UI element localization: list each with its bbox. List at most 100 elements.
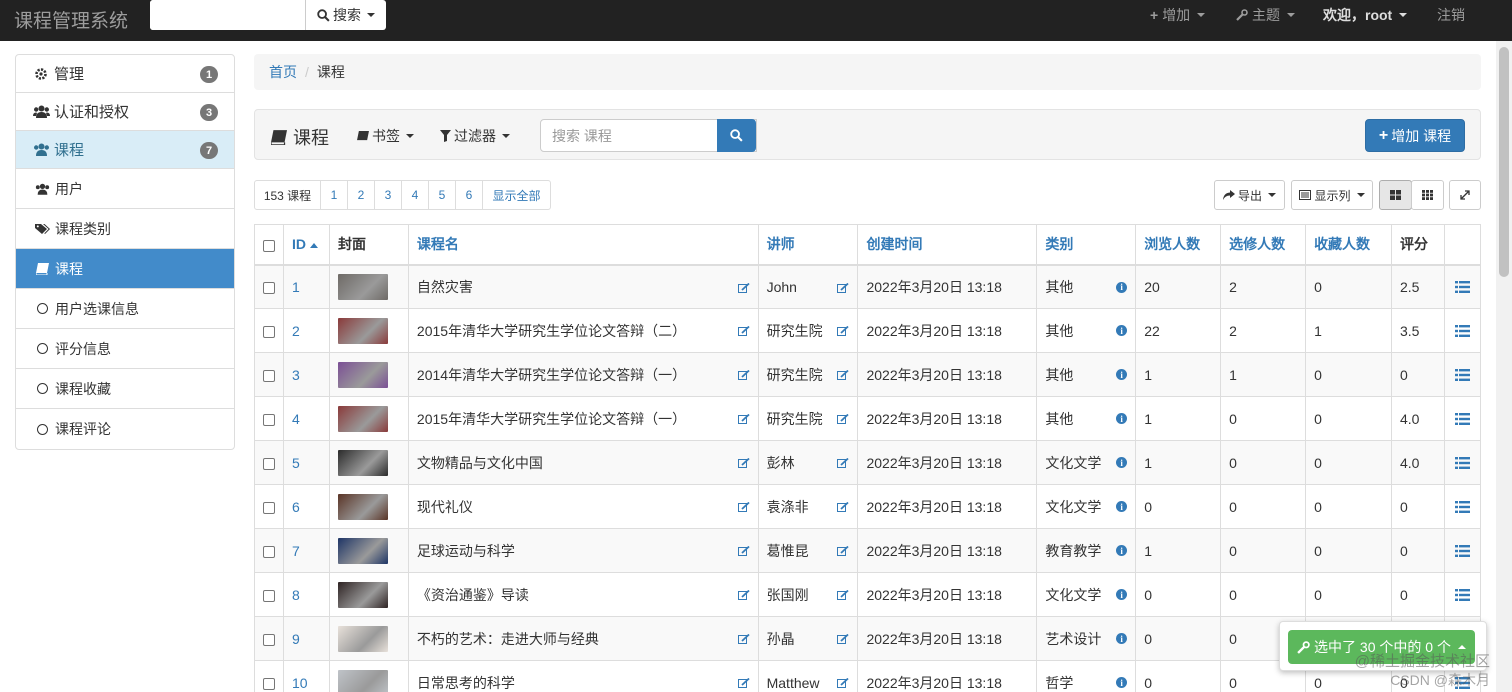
- compact-view-button[interactable]: [1411, 180, 1444, 210]
- list-icon[interactable]: [1453, 588, 1472, 601]
- list-icon[interactable]: [1453, 412, 1472, 425]
- info-icon[interactable]: i: [1116, 325, 1128, 336]
- row-checkbox[interactable]: [263, 633, 275, 646]
- table-row[interactable]: 5 文物精品与文化中国 彭林 2022年3月20日 13:18 文化文学 i 1 0 0 4.0: [254, 440, 1482, 485]
- sidebar-group-admin[interactable]: 管理 1: [16, 55, 234, 93]
- sidebar-item-enrollment[interactable]: 用户选课信息: [16, 289, 234, 329]
- edit-icon[interactable]: [737, 324, 750, 340]
- sidebar-item-comments[interactable]: 课程评论: [16, 409, 234, 449]
- breadcrumb-home-link[interactable]: 首页: [269, 62, 297, 82]
- edit-icon[interactable]: [737, 544, 750, 560]
- course-id-link[interactable]: 8: [283, 572, 330, 617]
- sidebar-group-course[interactable]: 课程 7: [16, 131, 234, 169]
- row-checkbox[interactable]: [263, 369, 275, 382]
- info-icon[interactable]: i: [1116, 677, 1128, 688]
- column-header-views[interactable]: 浏览人数: [1135, 224, 1222, 266]
- edit-icon[interactable]: [837, 544, 850, 560]
- course-id-link[interactable]: 6: [283, 484, 330, 529]
- nav-add-menu[interactable]: + 增加: [1150, 0, 1206, 30]
- page-link-2[interactable]: 2: [347, 181, 374, 209]
- vertical-scrollbar[interactable]: [1496, 41, 1512, 692]
- course-id-link[interactable]: 5: [283, 440, 330, 485]
- edit-icon[interactable]: [737, 632, 750, 648]
- sidebar-item-course[interactable]: 课程: [16, 249, 234, 289]
- info-icon[interactable]: i: [1116, 457, 1128, 468]
- course-cover-image[interactable]: [337, 625, 388, 652]
- page-link-3[interactable]: 3: [374, 181, 401, 209]
- list-icon[interactable]: [1453, 456, 1472, 469]
- info-icon[interactable]: i: [1116, 413, 1128, 424]
- row-checkbox[interactable]: [263, 413, 275, 426]
- scrollbar-thumb[interactable]: [1499, 47, 1509, 277]
- columns-button[interactable]: 显示列: [1291, 180, 1373, 210]
- page-link-6[interactable]: 6: [455, 181, 482, 209]
- edit-icon[interactable]: [737, 456, 750, 472]
- course-id-link[interactable]: 10: [283, 660, 330, 692]
- sidebar-item-favorites[interactable]: 课程收藏: [16, 369, 234, 409]
- edit-icon[interactable]: [737, 412, 750, 428]
- info-icon[interactable]: i: [1116, 545, 1128, 556]
- info-icon[interactable]: i: [1116, 501, 1128, 512]
- sidebar-item-course-category[interactable]: 课程类别: [16, 209, 234, 249]
- edit-icon[interactable]: [837, 588, 850, 604]
- info-icon[interactable]: i: [1116, 589, 1128, 600]
- sidebar-group-auth[interactable]: 认证和授权 3: [16, 93, 234, 131]
- course-id-link[interactable]: 7: [283, 528, 330, 573]
- table-row[interactable]: 1 自然灾害 John 2022年3月20日 13:18 其他 i 20 2 0 2.5: [254, 264, 1482, 309]
- course-id-link[interactable]: 4: [283, 396, 330, 441]
- select-all-checkbox[interactable]: [263, 239, 275, 252]
- column-header-id[interactable]: ID: [283, 224, 330, 266]
- course-cover-image[interactable]: [337, 317, 388, 344]
- info-icon[interactable]: i: [1116, 369, 1128, 380]
- edit-icon[interactable]: [837, 676, 850, 692]
- table-row[interactable]: 3 2014年清华大学研究生学位论文答辩（一） 研究生院 2022年3月20日 13:…: [254, 352, 1482, 397]
- info-icon[interactable]: i: [1116, 281, 1128, 293]
- table-row[interactable]: 6 现代礼仪 袁涤非 2022年3月20日 13:18 文化文学 i 0 0 0 0: [254, 484, 1482, 529]
- nav-search-input[interactable]: [150, 0, 305, 30]
- edit-icon[interactable]: [737, 676, 750, 692]
- course-cover-image[interactable]: [337, 669, 388, 692]
- sidebar-item-users[interactable]: 用户: [16, 169, 234, 209]
- course-cover-image[interactable]: [337, 449, 388, 476]
- column-header-favorites[interactable]: 收藏人数: [1305, 224, 1392, 266]
- course-search-button[interactable]: [717, 119, 756, 152]
- row-checkbox[interactable]: [263, 282, 275, 295]
- course-cover-image[interactable]: [337, 405, 388, 432]
- show-all-link[interactable]: 显示全部: [482, 181, 550, 209]
- page-link-1[interactable]: 1: [320, 181, 347, 209]
- row-checkbox[interactable]: [263, 545, 275, 558]
- fullscreen-button[interactable]: [1449, 180, 1481, 210]
- column-header-category[interactable]: 类别: [1036, 224, 1137, 266]
- edit-icon[interactable]: [837, 456, 850, 472]
- edit-icon[interactable]: [837, 632, 850, 648]
- page-link-5[interactable]: 5: [428, 181, 455, 209]
- brand-title[interactable]: 课程管理系统: [14, 6, 128, 33]
- column-header-name[interactable]: 课程名: [407, 224, 759, 266]
- list-icon[interactable]: [1453, 280, 1472, 293]
- edit-icon[interactable]: [837, 281, 850, 297]
- table-row[interactable]: 4 2015年清华大学研究生学位论文答辩（一） 研究生院 2022年3月20日 13:…: [254, 396, 1482, 441]
- list-icon[interactable]: [1453, 324, 1472, 337]
- course-cover-image[interactable]: [337, 361, 388, 388]
- edit-icon[interactable]: [837, 368, 850, 384]
- column-header-enrolled[interactable]: 选修人数: [1220, 224, 1307, 266]
- course-cover-image[interactable]: [337, 273, 388, 300]
- sidebar-item-rating[interactable]: 评分信息: [16, 329, 234, 369]
- course-id-link[interactable]: 2: [283, 308, 330, 353]
- row-checkbox[interactable]: [263, 589, 275, 602]
- export-button[interactable]: 导出: [1214, 180, 1285, 210]
- nav-search-button[interactable]: 搜索: [305, 0, 386, 30]
- column-header-created[interactable]: 创建时间: [857, 224, 1038, 266]
- list-icon[interactable]: [1453, 500, 1472, 513]
- edit-icon[interactable]: [737, 588, 750, 604]
- page-link-4[interactable]: 4: [401, 181, 428, 209]
- row-checkbox[interactable]: [263, 677, 275, 690]
- row-checkbox[interactable]: [263, 325, 275, 338]
- filter-dropdown[interactable]: 过滤器: [440, 126, 510, 146]
- edit-icon[interactable]: [737, 500, 750, 516]
- table-row[interactable]: 7 足球运动与科学 葛惟昆 2022年3月20日 13:18 教育教学 i 1 0 0 0: [254, 528, 1482, 573]
- table-row[interactable]: 8 《资治通鉴》导读 张国刚 2022年3月20日 13:18 文化文学 i 0 0 0 0: [254, 572, 1482, 617]
- list-icon[interactable]: [1453, 544, 1472, 557]
- course-id-link[interactable]: 1: [283, 264, 330, 309]
- column-header-teacher[interactable]: 讲师: [757, 224, 859, 266]
